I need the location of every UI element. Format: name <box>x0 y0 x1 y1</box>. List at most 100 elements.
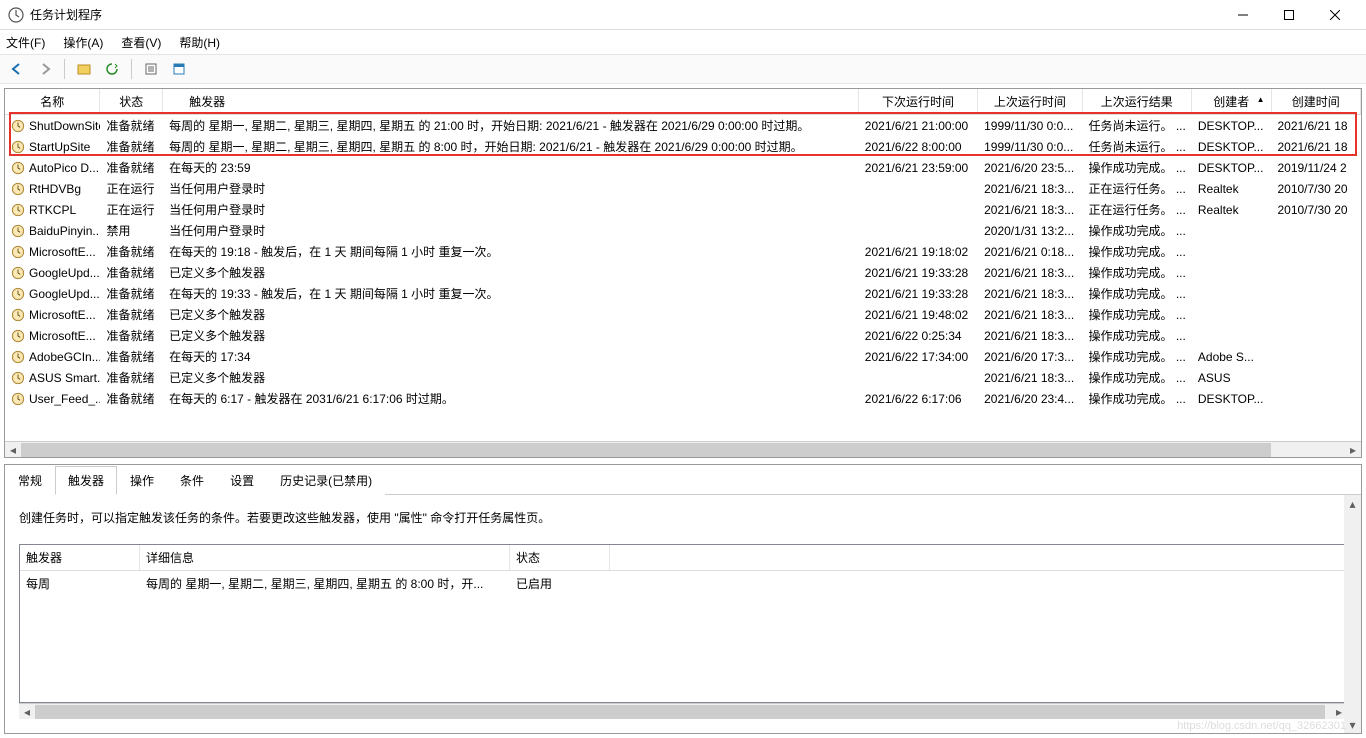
tab-history[interactable]: 历史记录(已禁用) <box>267 466 385 495</box>
task-author: ASUS <box>1192 369 1272 387</box>
main-panel: 名称 状态 触发器 下次运行时间 上次运行时间 上次运行结果 创建者 创建时间 … <box>0 84 1366 738</box>
forward-button[interactable] <box>34 58 56 80</box>
task-status: 正在运行 <box>100 199 163 220</box>
col-name[interactable]: 名称 <box>5 89 100 114</box>
task-name: AutoPico D... <box>29 161 99 175</box>
properties-button[interactable] <box>140 58 162 80</box>
task-status: 准备就绪 <box>100 136 163 157</box>
new-folder-button[interactable] <box>73 58 95 80</box>
tab-content: 创建任务时，可以指定触发该任务的条件。若要更改这些触发器，使用 "属性" 命令打… <box>5 495 1361 733</box>
task-created <box>1271 271 1361 275</box>
tab-settings[interactable]: 设置 <box>217 466 267 495</box>
trigger-type: 每周 <box>20 571 140 596</box>
col-trigger-detail[interactable]: 详细信息 <box>140 545 510 570</box>
col-author[interactable]: 创建者 <box>1192 89 1272 114</box>
menu-help[interactable]: 帮助(H) <box>179 34 220 51</box>
scrollbar-thumb[interactable] <box>35 705 1325 719</box>
task-result: 操作成功完成。 ... <box>1083 304 1192 325</box>
col-trigger-status[interactable]: 状态 <box>510 545 610 570</box>
task-name-cell: User_Feed_... <box>5 390 100 408</box>
close-button[interactable] <box>1312 0 1358 30</box>
task-name: RtHDVBg <box>29 182 81 196</box>
table-row[interactable]: User_Feed_...准备就绪在每天的 6:17 - 触发器在 2031/6… <box>5 388 1361 409</box>
window-controls <box>1220 0 1358 30</box>
scroll-down-button[interactable]: ▾ <box>1344 716 1361 733</box>
tab-conditions[interactable]: 条件 <box>167 466 217 495</box>
task-next-run <box>859 187 978 191</box>
menu-action[interactable]: 操作(A) <box>63 34 103 51</box>
table-row[interactable]: BaiduPinyin...禁用当任何用户登录时2020/1/31 13:2..… <box>5 220 1361 241</box>
task-next-run <box>859 208 978 212</box>
scroll-left-button[interactable]: ◂ <box>19 704 35 720</box>
task-next-run: 2021/6/22 6:17:06 <box>859 390 978 408</box>
task-name-cell: MicrosoftE... <box>5 243 100 261</box>
task-result: 正在运行任务。 ... <box>1083 178 1192 199</box>
task-trigger: 在每天的 19:18 - 触发后，在 1 天 期间每隔 1 小时 重复一次。 <box>163 241 859 262</box>
tab-general[interactable]: 常规 <box>5 466 55 495</box>
tab-actions[interactable]: 操作 <box>117 466 167 495</box>
col-last[interactable]: 上次运行时间 <box>978 89 1082 114</box>
detail-vertical-scrollbar[interactable]: ▴ ▾ <box>1344 495 1361 733</box>
task-status: 准备就绪 <box>100 388 163 409</box>
table-row[interactable]: GoogleUpd...准备就绪已定义多个触发器2021/6/21 19:33:… <box>5 262 1361 283</box>
col-status[interactable]: 状态 <box>100 89 163 114</box>
task-trigger: 在每天的 19:33 - 触发后，在 1 天 期间每隔 1 小时 重复一次。 <box>163 283 859 304</box>
task-created: 2010/7/30 20 <box>1271 201 1361 219</box>
trigger-body[interactable]: 每周每周的 星期一, 星期二, 星期三, 星期四, 星期五 的 8:00 时，开… <box>20 571 1346 702</box>
menu-file[interactable]: 文件(F) <box>6 34 45 51</box>
window-title: 任务计划程序 <box>30 6 1220 23</box>
table-row[interactable]: StartUpSite准备就绪每周的 星期一, 星期二, 星期三, 星期四, 星… <box>5 136 1361 157</box>
scrollbar-thumb[interactable] <box>21 443 1271 457</box>
col-trigger-type[interactable]: 触发器 <box>20 545 140 570</box>
minimize-button[interactable] <box>1220 0 1266 30</box>
table-row[interactable]: RtHDVBg正在运行当任何用户登录时2021/6/21 18:3...正在运行… <box>5 178 1361 199</box>
toolbar-divider <box>131 59 132 79</box>
task-created <box>1271 376 1361 380</box>
task-author <box>1192 313 1272 317</box>
horizontal-scrollbar[interactable]: ◂ ▸ <box>5 441 1361 457</box>
col-next[interactable]: 下次运行时间 <box>859 89 978 114</box>
col-created[interactable]: 创建时间 <box>1272 89 1362 114</box>
table-row[interactable]: MicrosoftE... 准备就绪在每天的 19:18 - 触发后，在 1 天 … <box>5 241 1361 262</box>
task-created <box>1271 397 1361 401</box>
scroll-left-button[interactable]: ◂ <box>5 442 21 458</box>
col-trigger[interactable]: 触发器 <box>163 89 859 114</box>
task-name: MicrosoftE... <box>29 329 96 343</box>
table-row[interactable]: ShutDownSite准备就绪每周的 星期一, 星期二, 星期三, 星期四, … <box>5 115 1361 136</box>
task-next-run: 2021/6/22 0:25:34 <box>859 327 978 345</box>
maximize-button[interactable] <box>1266 0 1312 30</box>
table-row[interactable]: MicrosoftE...准备就绪已定义多个触发器2021/6/22 0:25:… <box>5 325 1361 346</box>
task-name: MicrosoftE... <box>29 245 96 259</box>
table-row[interactable]: MicrosoftE...准备就绪已定义多个触发器2021/6/21 19:48… <box>5 304 1361 325</box>
back-button[interactable] <box>6 58 28 80</box>
task-author <box>1192 271 1272 275</box>
task-name: ShutDownSite <box>29 119 100 133</box>
table-row[interactable]: RTKCPL正在运行当任何用户登录时2021/6/21 18:3...正在运行任… <box>5 199 1361 220</box>
menu-bar: 文件(F) 操作(A) 查看(V) 帮助(H) <box>0 30 1366 54</box>
table-row[interactable]: ASUS Smart...准备就绪已定义多个触发器2021/6/21 18:3.… <box>5 367 1361 388</box>
task-author <box>1192 250 1272 254</box>
task-name-cell: MicrosoftE... <box>5 327 100 345</box>
task-last-run: 2021/6/21 18:3... <box>978 285 1082 303</box>
task-list-body[interactable]: ShutDownSite准备就绪每周的 星期一, 星期二, 星期三, 星期四, … <box>5 115 1361 441</box>
task-last-run: 2021/6/20 17:3... <box>978 348 1082 366</box>
trigger-table: 触发器 详细信息 状态 每周每周的 星期一, 星期二, 星期三, 星期四, 星期… <box>19 544 1347 703</box>
detail-horizontal-scrollbar[interactable]: ◂ ▸ <box>19 703 1347 719</box>
scroll-up-button[interactable]: ▴ <box>1344 495 1361 512</box>
scroll-right-button[interactable]: ▸ <box>1345 442 1361 458</box>
task-name-cell: RTKCPL <box>5 201 100 219</box>
task-last-run: 1999/11/30 0:0... <box>978 138 1082 156</box>
task-next-run: 2021/6/21 19:18:02 <box>859 243 978 261</box>
task-status: 准备就绪 <box>100 241 163 262</box>
tab-triggers[interactable]: 触发器 <box>55 466 117 495</box>
col-result[interactable]: 上次运行结果 <box>1083 89 1192 114</box>
refresh-button[interactable] <box>101 58 123 80</box>
table-row[interactable]: GoogleUpd...准备就绪在每天的 19:33 - 触发后，在 1 天 期… <box>5 283 1361 304</box>
task-created: 2019/11/24 2 <box>1271 159 1361 177</box>
table-row[interactable]: AutoPico D...准备就绪在每天的 23:592021/6/21 23:… <box>5 157 1361 178</box>
task-created: 2021/6/21 18 <box>1271 138 1361 156</box>
trigger-row[interactable]: 每周每周的 星期一, 星期二, 星期三, 星期四, 星期五 的 8:00 时，开… <box>20 571 1346 596</box>
new-tab-button[interactable] <box>168 58 190 80</box>
menu-view[interactable]: 查看(V) <box>121 34 161 51</box>
table-row[interactable]: AdobeGCIn...准备就绪在每天的 17:342021/6/22 17:3… <box>5 346 1361 367</box>
